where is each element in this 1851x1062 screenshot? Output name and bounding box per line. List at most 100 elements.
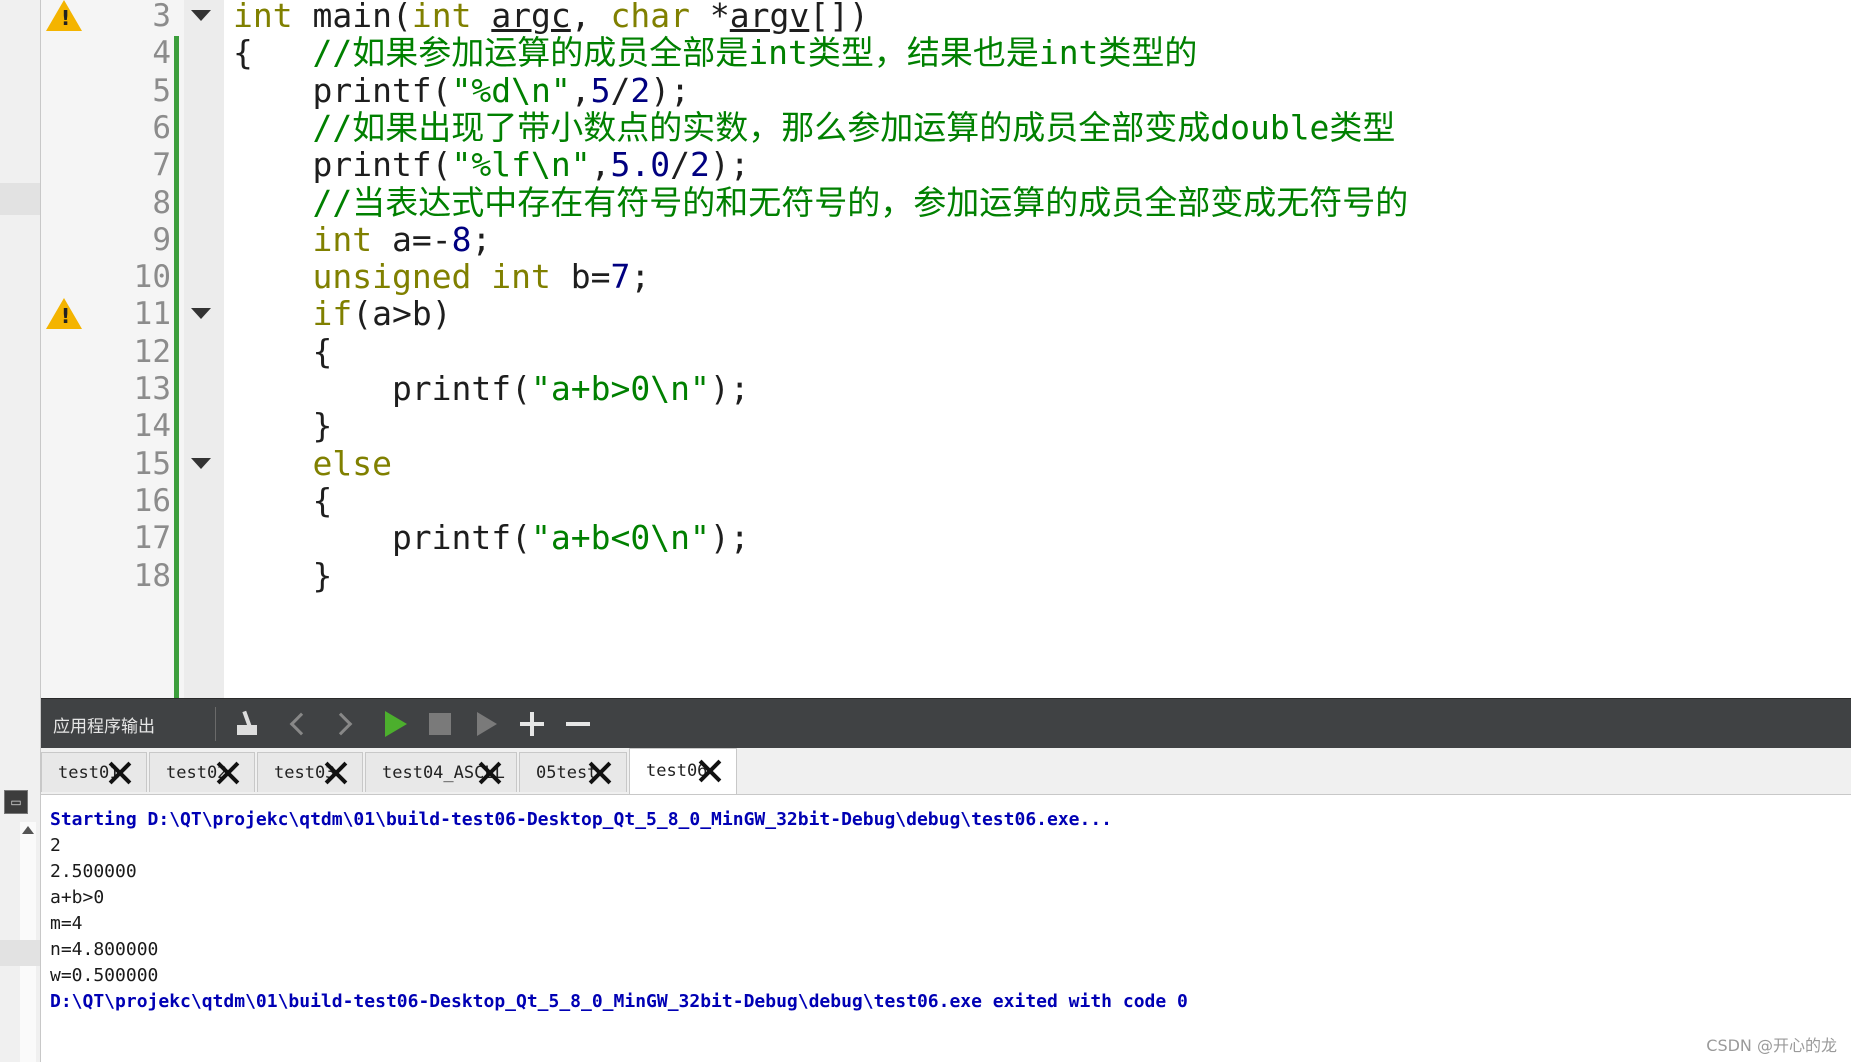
code-token: int — [312, 219, 373, 259]
code-token: argc — [491, 0, 571, 35]
code-token: printf( — [233, 369, 532, 408]
code-token: printf( — [233, 70, 452, 110]
close-tab-icon[interactable] — [216, 761, 240, 785]
code-token: / — [610, 70, 631, 110]
code-token: "a+b>0\n" — [531, 369, 710, 408]
code-token: "a+b<0\n" — [531, 518, 710, 558]
code-token: //如果参加运算的成员全部是int类型，结果也是int类型的 — [312, 33, 1198, 73]
close-tab-icon[interactable] — [324, 761, 348, 785]
code-editor[interactable]: ! 3 int main(int argc, char *argv[]) 4{ //如… — [41, 0, 1851, 698]
code-token: * — [690, 0, 730, 35]
code-token: ; — [630, 257, 651, 297]
code-token: ); — [709, 518, 750, 558]
output-pane-title: 应用程序输出 — [53, 717, 155, 737]
code-token: ; — [471, 219, 492, 259]
console-line: D:\QT\projekc\qtdm\01\build-test06-Deskt… — [50, 991, 1188, 1012]
output-toolbar: 应用程序输出 — [41, 698, 1851, 749]
console-line: a+b>0 — [50, 887, 105, 908]
console-line: m=4 — [50, 913, 83, 934]
scroll-up-arrow-icon[interactable] — [22, 826, 34, 834]
fold-arrow-icon[interactable] — [191, 308, 211, 320]
warning-icon[interactable]: ! — [46, 298, 82, 330]
code-token: argv — [729, 0, 810, 35]
close-tab-icon[interactable] — [108, 761, 132, 785]
code-token: a=- — [372, 219, 452, 259]
broom-clear-icon[interactable] — [231, 707, 265, 741]
left-mode-strip: ▭ — [0, 0, 41, 1062]
code-token: int — [411, 0, 472, 35]
code-token: , — [590, 145, 611, 185]
console-line: n=4.800000 — [50, 939, 159, 960]
tab-test02[interactable]: test02 — [149, 752, 255, 792]
plus-icon[interactable] — [515, 707, 549, 741]
code-token: 2 — [630, 70, 651, 110]
code-token: main( — [292, 0, 412, 35]
tab-test03[interactable]: test03 — [257, 752, 363, 792]
code-token: 8 — [451, 219, 472, 259]
chevron-right-icon[interactable] — [327, 707, 361, 741]
code-token: b= — [550, 257, 611, 297]
close-tab-icon[interactable] — [478, 761, 502, 785]
toolbar-separator — [215, 707, 216, 741]
code-token: //如果出现了带小数点的实数，那么参加运算的成员全部变成double类型 — [312, 107, 1396, 147]
code-token: int — [233, 0, 293, 35]
console-line: w=0.500000 — [50, 965, 159, 986]
fold-arrow-icon[interactable] — [191, 457, 211, 469]
tab-05test[interactable]: 05test — [519, 752, 627, 792]
code-token: printf( — [233, 518, 532, 558]
output-tab-bar: test01 test02 test03 test04_ASCLL 05test test… — [41, 748, 1851, 795]
code-token: printf( — [233, 145, 452, 185]
code-token: 5 — [590, 70, 611, 110]
chevron-left-icon[interactable] — [281, 707, 315, 741]
code-token: 7 — [610, 257, 631, 297]
code-token: 5.0 — [610, 145, 671, 185]
minus-icon[interactable] — [561, 707, 595, 741]
code-token: char — [610, 0, 691, 35]
console-line: 2 — [50, 835, 61, 856]
console-line: Starting D:\QT\projekc\qtdm\01\build-tes… — [50, 809, 1113, 830]
run-icon[interactable] — [377, 707, 411, 741]
close-tab-icon[interactable] — [698, 759, 722, 783]
code-token: { — [233, 480, 333, 520]
code-token: } — [233, 406, 333, 446]
code-token: 2 — [689, 145, 710, 185]
panel-toggle-icon[interactable]: ▭ — [4, 790, 28, 814]
code-token: ); — [709, 145, 750, 185]
code-token: { — [233, 331, 333, 371]
code-token: / — [670, 145, 690, 185]
code-token: ); — [650, 70, 691, 110]
code-token: if — [312, 294, 353, 334]
close-tab-icon[interactable] — [588, 761, 612, 785]
fold-arrow-icon[interactable] — [191, 10, 211, 21]
code-token: //当表达式中存在有符号的和无符号的，参加运算的成员全部变成无符号的 — [312, 182, 1409, 222]
code-token: ); — [709, 369, 750, 408]
code-token: } — [233, 555, 333, 595]
application-output-console[interactable]: Starting D:\QT\projekc\qtdm\01\build-tes… — [41, 795, 1851, 1062]
tab-test06[interactable]: test06 — [629, 748, 737, 794]
line-number: 18 — [133, 557, 171, 594]
code-token: , — [570, 70, 591, 110]
code-token: []) — [809, 0, 869, 35]
stop-icon[interactable] — [423, 707, 457, 741]
code-token: "%lf\n" — [451, 145, 591, 185]
code-token: unsigned int — [312, 257, 551, 297]
strip-highlight — [0, 183, 40, 215]
code-token: { — [233, 33, 313, 73]
tab-test01[interactable]: test01 — [41, 752, 147, 792]
console-line: 2.500000 — [50, 861, 137, 882]
debug-run-icon[interactable] — [469, 707, 503, 741]
tab-test04_ascll[interactable]: test04_ASCLL — [365, 752, 517, 792]
strip-highlight — [0, 940, 40, 966]
code-line[interactable]: 18 } — [41, 554, 1851, 598]
warning-icon[interactable]: ! — [46, 0, 82, 31]
code-token: , — [570, 0, 611, 35]
code-token: else — [312, 443, 392, 483]
watermark: CSDN @开心的龙 — [1706, 1036, 1837, 1055]
code-text[interactable]: } — [233, 554, 332, 598]
